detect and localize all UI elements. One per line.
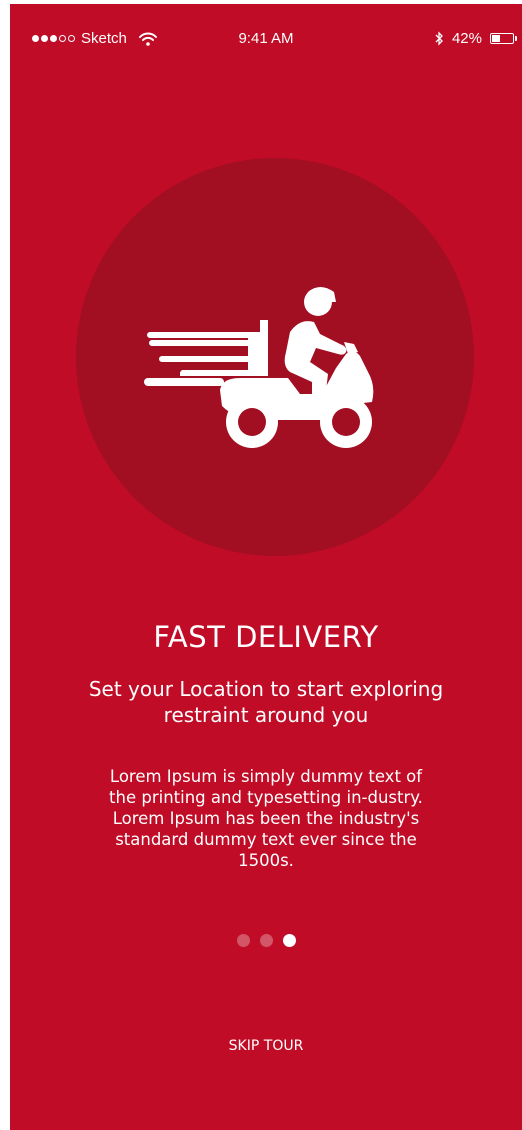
page-subtitle: Set your Location to start exploring res… bbox=[88, 677, 444, 727]
battery-level bbox=[492, 35, 500, 42]
page-indicator-dot[interactable] bbox=[282, 934, 296, 947]
page-indicator-dot[interactable] bbox=[236, 934, 250, 947]
page-indicator-dot[interactable] bbox=[259, 934, 273, 947]
status-bar-right: 42% bbox=[435, 30, 517, 47]
description-text: Lorem Ipsum is simply dummy text of the … bbox=[109, 767, 423, 870]
battery-icon bbox=[490, 33, 517, 44]
page-indicator bbox=[10, 934, 522, 947]
battery-percent: 42% bbox=[451, 30, 482, 47]
scooter-delivery-icon bbox=[144, 287, 374, 448]
onboarding-screen: Sketch 9:41 AM 42% FAST DELIVERY Set you… bbox=[10, 4, 522, 1130]
bluetooth-icon bbox=[435, 31, 443, 46]
skip-tour-button[interactable]: SKIP TOUR bbox=[10, 1038, 522, 1054]
status-bar: Sketch 9:41 AM 42% bbox=[10, 4, 522, 74]
page-title: FAST DELIVERY bbox=[153, 620, 379, 654]
